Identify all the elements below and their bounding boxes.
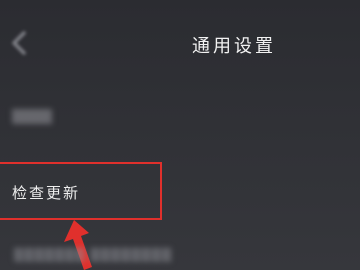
settings-screen: 通用设置 ▒▒▒▒ 检查更新 ▒▒▒▒▒▒▒ ▒▒▒▒▒▒▒▒ (0, 0, 360, 270)
header-bar: 通用设置 (0, 0, 360, 80)
red-arrow-annotation (64, 220, 92, 270)
blurred-description-text: ▒▒▒▒▒▒▒ ▒▒▒▒▒▒▒▒ (14, 248, 173, 262)
check-update-label: 检查更新 (12, 184, 81, 202)
page-title: 通用设置 (192, 36, 276, 57)
check-update-item[interactable]: 检查更新 (0, 162, 162, 220)
chevron-left-icon[interactable] (8, 30, 30, 56)
blurred-setting-item[interactable]: ▒▒▒▒ (12, 110, 52, 125)
